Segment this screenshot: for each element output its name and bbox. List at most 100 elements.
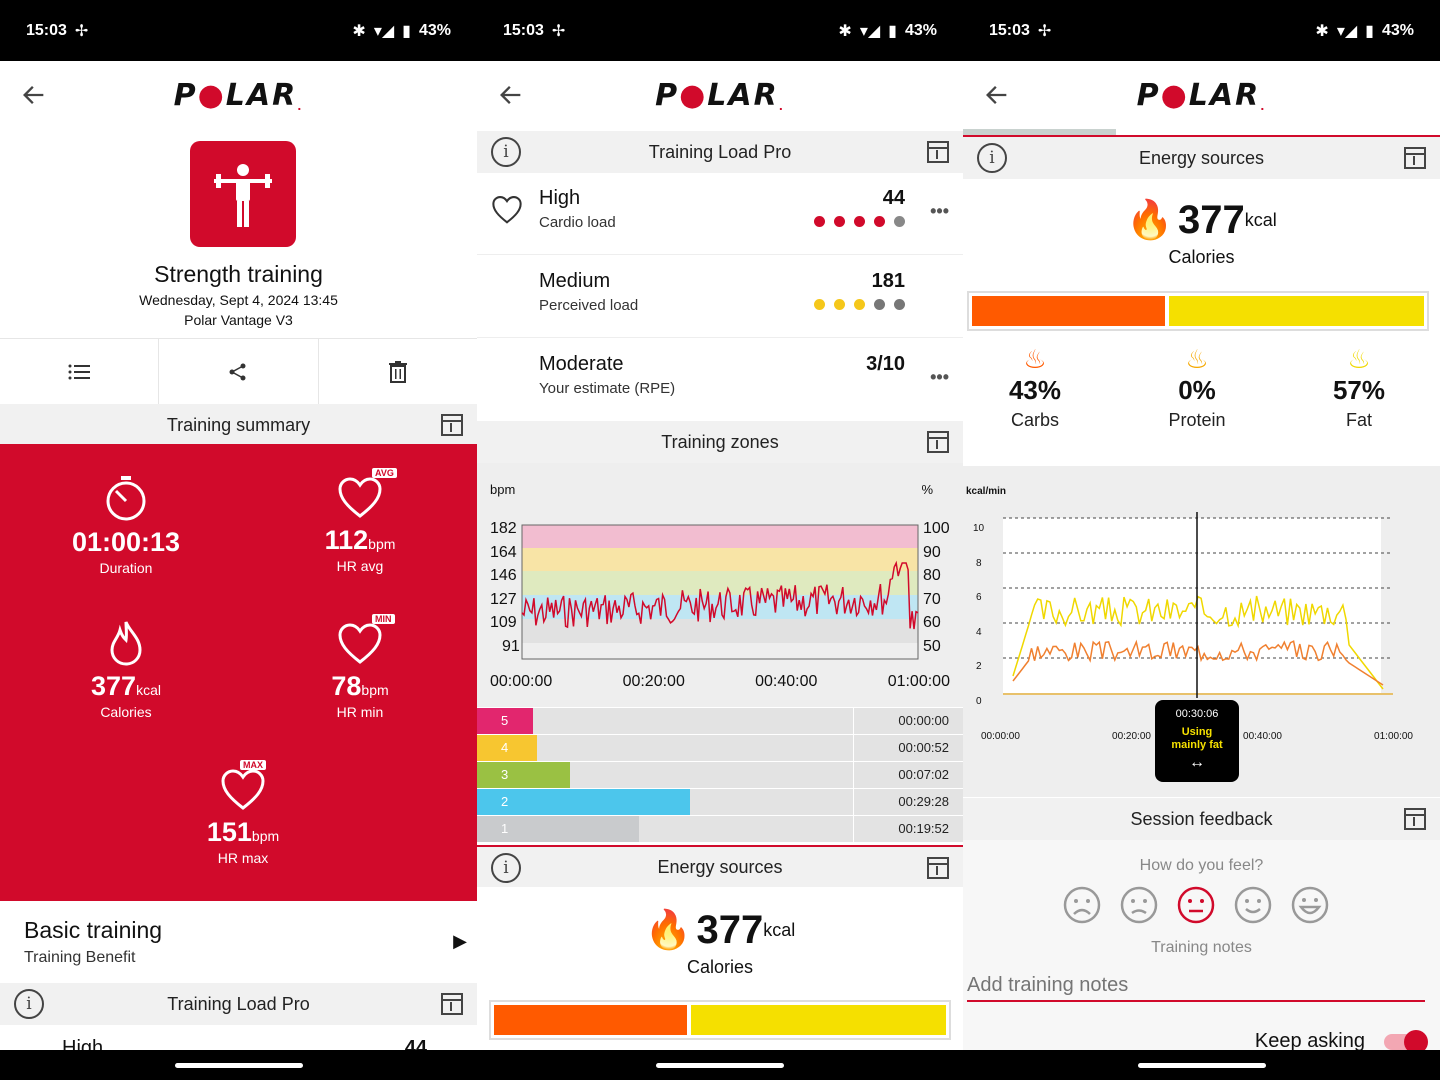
- protein-stat: ♨ 0% Protein: [1137, 344, 1257, 431]
- list-button[interactable]: [0, 339, 160, 404]
- heart-icon: [221, 769, 265, 810]
- expand-icon[interactable]: [1404, 147, 1426, 169]
- device-name: Polar Vantage V3: [184, 312, 293, 328]
- keep-asking-toggle[interactable]: [1384, 1030, 1428, 1054]
- expand-icon[interactable]: [927, 141, 949, 163]
- y-tick: 4: [976, 626, 982, 638]
- load-value: 3/10: [866, 353, 905, 375]
- expand-icon[interactable]: [441, 993, 463, 1015]
- y-tick: 91: [502, 637, 520, 655]
- fat-label: Fat: [1345, 410, 1372, 430]
- dot: [894, 216, 905, 227]
- calories-label: Calories: [1168, 247, 1235, 267]
- zone-band-3: [522, 571, 918, 595]
- cardio-load-row[interactable]: High Cardio load 44 •••: [477, 173, 963, 255]
- zone-number: 1: [477, 816, 533, 842]
- neutral-face-icon[interactable]: [1177, 886, 1215, 924]
- zone-time-list: 5 00:00:00 4 00:00:52 3 00:07:02 2 00:29:28 …: [477, 708, 963, 843]
- app-bar: P●LAR.: [0, 61, 477, 129]
- happy-face-icon[interactable]: [1234, 886, 1272, 924]
- delete-button[interactable]: [319, 339, 477, 404]
- rpe-row[interactable]: Moderate Your estimate (RPE) 3/10 •••: [477, 339, 963, 421]
- back-arrow-icon[interactable]: [983, 81, 1011, 109]
- fan-icon: ✢: [551, 22, 566, 40]
- x-tick: 01:00:00: [1374, 731, 1413, 742]
- carbs-segment: [494, 1005, 687, 1035]
- play-arrow-icon[interactable]: ▶: [453, 931, 467, 952]
- tooltip-time: 00:30:06: [1175, 708, 1219, 720]
- app-bar: P●LAR.: [477, 61, 963, 129]
- dot: [854, 216, 865, 227]
- sad-face-icon[interactable]: [1120, 886, 1158, 924]
- info-icon[interactable]: i: [977, 143, 1007, 173]
- duration-label: Duration: [99, 560, 153, 576]
- fat-segment: [690, 1005, 946, 1035]
- dot: [834, 216, 845, 227]
- battery-level: 43%: [418, 21, 451, 39]
- share-button[interactable]: [159, 339, 319, 404]
- energy-calories: 🔥 377kcal Calories: [963, 198, 1440, 268]
- hr-max-value: 151: [206, 817, 252, 847]
- zone-row-4: 4 00:00:52: [477, 735, 963, 762]
- dot: [814, 299, 825, 310]
- y-tick: 182: [490, 520, 517, 537]
- info-icon[interactable]: i: [491, 853, 521, 883]
- perceived-load-row[interactable]: Medium Perceived load 181: [477, 256, 963, 338]
- home-indicator[interactable]: [656, 1063, 784, 1068]
- expand-icon[interactable]: [1404, 808, 1426, 830]
- bluetooth-icon: ✱: [838, 22, 852, 40]
- calories-label: Calories: [100, 704, 152, 720]
- feel-question: How do you feel?: [1139, 857, 1264, 874]
- x-tick: 01:00:00: [887, 673, 950, 690]
- status-time: 15:03: [503, 21, 544, 39]
- hr-min-label: HR min: [336, 704, 384, 720]
- training-benefit-row[interactable]: Basic training Training Benefit ▶: [0, 901, 477, 983]
- heart-icon: [338, 623, 382, 664]
- fan-icon: ✢: [74, 22, 89, 40]
- x-tick: 00:20:00: [1112, 731, 1151, 742]
- expand-icon[interactable]: [927, 431, 949, 453]
- action-row: [0, 338, 477, 404]
- section-title: Training Load Pro: [167, 993, 310, 1014]
- nav-bar: [963, 1050, 1440, 1080]
- expand-icon[interactable]: [441, 414, 463, 436]
- calories-stat: 377kcal Calories: [50, 620, 202, 720]
- zone-time: 00:19:52: [898, 821, 949, 836]
- chart-tooltip[interactable]: 00:30:06 Using mainly fat ↔: [1155, 700, 1239, 782]
- hr-max-label: HR max: [217, 850, 269, 866]
- home-indicator[interactable]: [174, 1063, 303, 1068]
- load-subtitle: Perceived load: [539, 297, 639, 314]
- info-icon[interactable]: i: [14, 989, 44, 1019]
- info-icon[interactable]: i: [491, 137, 521, 167]
- load-dots: [814, 299, 905, 310]
- more-icon[interactable]: •••: [930, 367, 949, 388]
- y-tick: 100: [923, 520, 950, 537]
- section-title: Energy sources: [1138, 147, 1265, 168]
- left-axis-ticks: 182 164 146 127 109 91: [490, 517, 520, 658]
- calories-label: Calories: [686, 957, 754, 977]
- load-subtitle: Your estimate (RPE): [539, 380, 676, 397]
- home-indicator[interactable]: [1137, 1063, 1266, 1068]
- training-zones-header: Training zones: [477, 421, 963, 463]
- zone-bar: [533, 816, 639, 842]
- bluetooth-icon: ✱: [1315, 22, 1329, 40]
- training-notes-input[interactable]: [967, 970, 1425, 1002]
- benefit-title: Basic training: [24, 917, 163, 943]
- benefit-subtitle: Training Benefit: [24, 949, 136, 966]
- status-bar: 15:03 ✢ ✱ ▾◢ ▮ 43%: [963, 0, 1440, 61]
- zone-divider: [853, 762, 854, 788]
- more-icon[interactable]: •••: [930, 201, 949, 222]
- drag-arrows-icon: ↔: [1189, 754, 1205, 771]
- back-arrow-icon[interactable]: [20, 81, 48, 109]
- very-happy-face-icon[interactable]: [1291, 886, 1329, 924]
- load-value: 181: [871, 270, 905, 292]
- back-arrow-icon[interactable]: [497, 81, 525, 109]
- dot: [814, 216, 825, 227]
- very-sad-face-icon[interactable]: [1063, 886, 1101, 924]
- expand-icon[interactable]: [927, 857, 949, 879]
- y-tick: 70: [923, 590, 941, 608]
- feedback-area: How do you feel? Training notes Keep ask…: [963, 840, 1440, 1054]
- polar-logo: P●LAR.: [655, 77, 785, 113]
- battery-icon: ▮: [1365, 22, 1374, 40]
- duration-value: 01:00:13: [71, 527, 181, 557]
